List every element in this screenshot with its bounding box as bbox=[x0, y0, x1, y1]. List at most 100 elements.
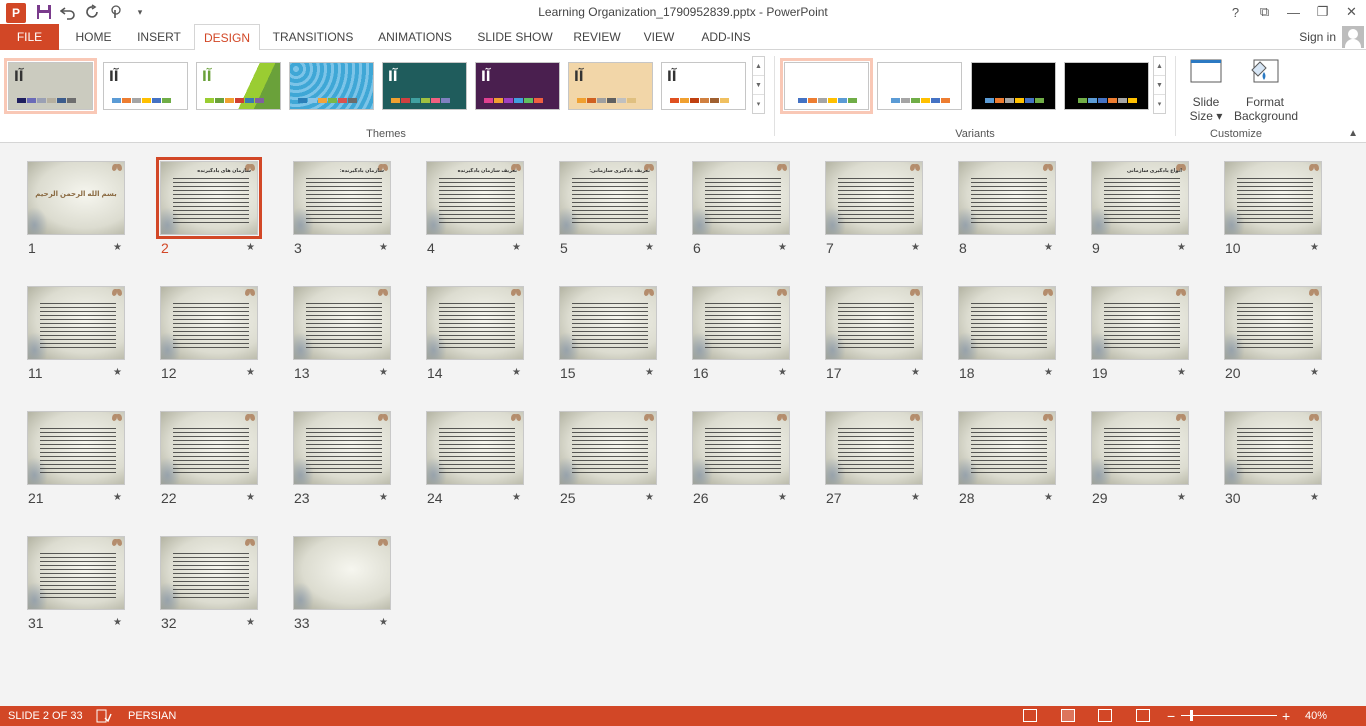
slide-transition-star-icon[interactable]: ★ bbox=[911, 242, 920, 253]
slide-thumbnail[interactable]: انواع یادگیری سازمانی bbox=[1091, 161, 1189, 235]
close-icon[interactable]: ✕ bbox=[1337, 0, 1366, 24]
slide-thumbnail[interactable] bbox=[559, 411, 657, 485]
slide-transition-star-icon[interactable]: ★ bbox=[1044, 242, 1053, 253]
restore-icon[interactable]: ❐ bbox=[1308, 0, 1337, 24]
slide-transition-star-icon[interactable]: ★ bbox=[645, 492, 654, 503]
tab-slide-show[interactable]: SLIDE SHOW bbox=[472, 24, 558, 50]
slide-thumbnail[interactable]: بسم الله الرحمن الرحیم bbox=[27, 161, 125, 235]
zoom-in-button[interactable]: + bbox=[1282, 708, 1290, 724]
slide-thumbnail[interactable] bbox=[426, 411, 524, 485]
slide-transition-star-icon[interactable]: ★ bbox=[911, 492, 920, 503]
scroll-up-icon[interactable]: ▲ bbox=[1154, 57, 1165, 76]
slide-transition-star-icon[interactable]: ★ bbox=[512, 242, 521, 253]
collapse-ribbon-icon[interactable]: ▲ bbox=[1348, 128, 1358, 139]
slide-thumbnail[interactable] bbox=[958, 161, 1056, 235]
slide-thumbnail[interactable]: سازمان های یادگیرنده bbox=[156, 157, 262, 239]
slide-transition-star-icon[interactable]: ★ bbox=[645, 242, 654, 253]
slide-show-view-icon[interactable] bbox=[1136, 709, 1150, 722]
gallery-more-icon[interactable]: ▾ bbox=[753, 95, 764, 113]
avatar-icon[interactable] bbox=[1342, 26, 1364, 48]
zoom-out-button[interactable]: − bbox=[1167, 708, 1175, 724]
slide-thumbnail[interactable] bbox=[1224, 411, 1322, 485]
slide-thumbnail[interactable] bbox=[293, 411, 391, 485]
slide-transition-star-icon[interactable]: ★ bbox=[246, 367, 255, 378]
proofing-icon[interactable] bbox=[96, 709, 112, 726]
slide-transition-star-icon[interactable]: ★ bbox=[1310, 492, 1319, 503]
slide-transition-star-icon[interactable]: ★ bbox=[113, 242, 122, 253]
reading-view-icon[interactable] bbox=[1098, 709, 1112, 722]
slide-thumbnail[interactable] bbox=[1091, 286, 1189, 360]
variant-thumbnail[interactable] bbox=[780, 58, 873, 114]
slide-transition-star-icon[interactable]: ★ bbox=[1177, 492, 1186, 503]
slide-thumbnail[interactable] bbox=[160, 411, 258, 485]
slide-thumbnail[interactable] bbox=[160, 536, 258, 610]
slide-transition-star-icon[interactable]: ★ bbox=[246, 242, 255, 253]
slide-thumbnail[interactable] bbox=[825, 411, 923, 485]
theme-thumbnail[interactable]: آا bbox=[568, 62, 653, 110]
slide-transition-star-icon[interactable]: ★ bbox=[246, 617, 255, 628]
slide-thumbnail[interactable] bbox=[825, 161, 923, 235]
slide-thumbnail[interactable] bbox=[1224, 161, 1322, 235]
slide-transition-star-icon[interactable]: ★ bbox=[1044, 367, 1053, 378]
slide-transition-star-icon[interactable]: ★ bbox=[512, 367, 521, 378]
slide-counter[interactable]: SLIDE 2 OF 33 bbox=[8, 710, 83, 722]
minimize-icon[interactable]: — bbox=[1279, 0, 1308, 24]
slide-transition-star-icon[interactable]: ★ bbox=[113, 492, 122, 503]
variants-gallery-scroller[interactable]: ▲ ▼ ▾ bbox=[1153, 56, 1166, 114]
theme-thumbnail[interactable]: آا bbox=[661, 62, 746, 110]
language-indicator[interactable]: PERSIAN bbox=[128, 710, 176, 722]
zoom-slider-thumb[interactable] bbox=[1190, 710, 1193, 721]
slide-transition-star-icon[interactable]: ★ bbox=[911, 367, 920, 378]
slide-transition-star-icon[interactable]: ★ bbox=[1310, 367, 1319, 378]
slide-transition-star-icon[interactable]: ★ bbox=[379, 617, 388, 628]
tab-file[interactable]: FILE bbox=[0, 24, 59, 50]
slide-transition-star-icon[interactable]: ★ bbox=[1177, 242, 1186, 253]
variant-thumbnail[interactable] bbox=[877, 62, 962, 110]
slide-thumbnail[interactable] bbox=[825, 286, 923, 360]
zoom-level[interactable]: 40% bbox=[1305, 710, 1327, 722]
slide-thumbnail[interactable] bbox=[27, 286, 125, 360]
theme-thumbnail[interactable]: آا bbox=[196, 62, 281, 110]
zoom-slider-track[interactable] bbox=[1181, 715, 1277, 716]
slide-thumbnail[interactable] bbox=[1091, 411, 1189, 485]
tab-animations[interactable]: ANIMATIONS bbox=[368, 24, 462, 50]
slide-thumbnail[interactable] bbox=[27, 536, 125, 610]
slide-transition-star-icon[interactable]: ★ bbox=[512, 492, 521, 503]
slide-thumbnail[interactable] bbox=[426, 286, 524, 360]
slide-transition-star-icon[interactable]: ★ bbox=[113, 367, 122, 378]
slide-thumbnail[interactable]: تعریف یادگیری سازمانی: bbox=[559, 161, 657, 235]
slide-transition-star-icon[interactable]: ★ bbox=[778, 492, 787, 503]
slide-transition-star-icon[interactable]: ★ bbox=[246, 492, 255, 503]
themes-gallery-scroller[interactable]: ▲ ▼ ▾ bbox=[752, 56, 765, 114]
normal-view-icon[interactable] bbox=[1023, 709, 1037, 722]
theme-thumbnail[interactable] bbox=[289, 62, 374, 110]
slide-transition-star-icon[interactable]: ★ bbox=[379, 367, 388, 378]
slide-transition-star-icon[interactable]: ★ bbox=[113, 617, 122, 628]
gallery-more-icon[interactable]: ▾ bbox=[1154, 95, 1165, 113]
slide-thumbnail[interactable] bbox=[692, 411, 790, 485]
slide-thumbnail[interactable]: سازمان یادگیرنده: bbox=[293, 161, 391, 235]
slide-thumbnail[interactable]: تعریف سازمان یادگیرنده bbox=[426, 161, 524, 235]
theme-thumbnail[interactable]: آا bbox=[103, 62, 188, 110]
slide-thumbnail[interactable] bbox=[692, 286, 790, 360]
slide-thumbnail[interactable] bbox=[293, 286, 391, 360]
slide-thumbnail[interactable] bbox=[1224, 286, 1322, 360]
slide-thumbnail[interactable] bbox=[958, 411, 1056, 485]
slide-thumbnail[interactable] bbox=[559, 286, 657, 360]
slide-thumbnail[interactable] bbox=[160, 286, 258, 360]
help-icon[interactable]: ? bbox=[1221, 0, 1250, 24]
tab-design[interactable]: DESIGN bbox=[194, 24, 260, 51]
ribbon-display-options-icon[interactable]: ⧉ bbox=[1250, 0, 1279, 24]
scroll-down-icon[interactable]: ▼ bbox=[1154, 76, 1165, 95]
format-background-button[interactable]: Format Background bbox=[1234, 56, 1298, 123]
tab-transitions[interactable]: TRANSITIONS bbox=[266, 24, 360, 50]
slide-transition-star-icon[interactable]: ★ bbox=[778, 367, 787, 378]
slide-transition-star-icon[interactable]: ★ bbox=[645, 367, 654, 378]
tab-review[interactable]: REVIEW bbox=[566, 24, 628, 50]
tab-home[interactable]: HOME bbox=[66, 24, 121, 50]
slide-thumbnail[interactable] bbox=[27, 411, 125, 485]
slide-transition-star-icon[interactable]: ★ bbox=[1177, 367, 1186, 378]
slide-size-button[interactable]: Slide Size ▾ bbox=[1182, 56, 1230, 123]
sign-in-link[interactable]: Sign in bbox=[1299, 30, 1336, 44]
slide-transition-star-icon[interactable]: ★ bbox=[1044, 492, 1053, 503]
